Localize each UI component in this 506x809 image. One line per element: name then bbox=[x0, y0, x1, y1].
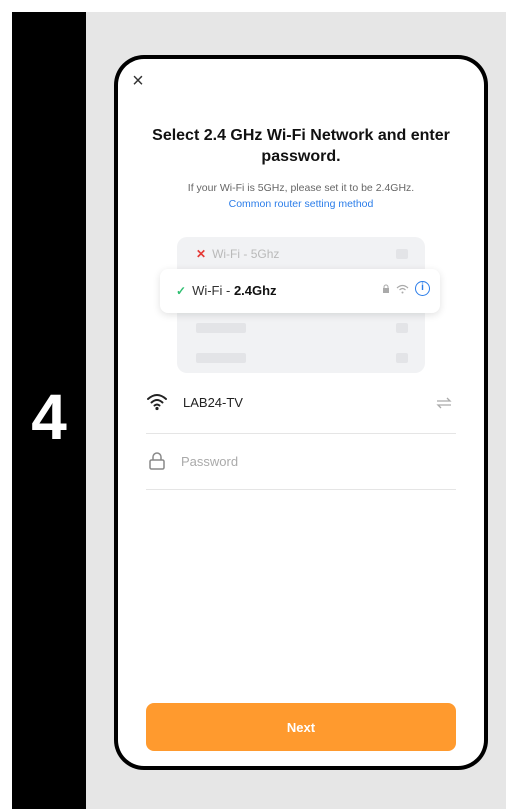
network-5ghz-row: ✕ Wi-Fi - 5Ghz bbox=[196, 247, 279, 261]
hint-text: If your Wi-Fi is 5GHz, please set it to … bbox=[187, 182, 415, 194]
router-setting-link[interactable]: Common router setting method bbox=[128, 198, 474, 210]
network-24ghz-band: 2.4Ghz bbox=[233, 283, 277, 298]
password-input[interactable] bbox=[181, 451, 441, 471]
wifi-icon bbox=[147, 394, 167, 411]
phone-screen: × Select 2.4 GHz Wi-Fi Network and enter… bbox=[118, 59, 484, 766]
next-button[interactable]: Next bbox=[146, 703, 456, 751]
info-icon: i bbox=[415, 281, 430, 296]
ssid-row[interactable]: LAB24-TV bbox=[146, 387, 456, 431]
network-24ghz-prefix: Wi-Fi - bbox=[192, 283, 234, 298]
wifi-small-icon bbox=[396, 284, 409, 293]
page-title: Select 2.4 GHz Wi-Fi Network and enter p… bbox=[152, 127, 450, 165]
placeholder-bar bbox=[196, 353, 246, 363]
divider bbox=[146, 489, 456, 490]
lock-icon bbox=[149, 452, 165, 470]
check-icon: ✓ bbox=[176, 283, 187, 298]
x-icon: ✕ bbox=[196, 247, 207, 261]
placeholder-block bbox=[396, 323, 408, 333]
step-number: 4 bbox=[31, 381, 67, 453]
close-button[interactable]: × bbox=[128, 71, 148, 91]
placeholder-bar bbox=[196, 323, 246, 333]
ssid-value: LAB24-TV bbox=[183, 395, 243, 410]
lock-small-icon bbox=[383, 284, 389, 293]
divider bbox=[146, 433, 456, 434]
placeholder-block bbox=[396, 249, 408, 259]
switch-network-icon[interactable] bbox=[436, 397, 452, 409]
placeholder-block bbox=[396, 353, 408, 363]
network-5ghz-label: Wi-Fi - 5Ghz bbox=[212, 247, 280, 261]
password-row[interactable] bbox=[146, 445, 456, 489]
close-icon: × bbox=[132, 70, 144, 92]
network-24ghz-row: ✓ Wi-Fi - 2.4Ghz i bbox=[160, 269, 440, 313]
